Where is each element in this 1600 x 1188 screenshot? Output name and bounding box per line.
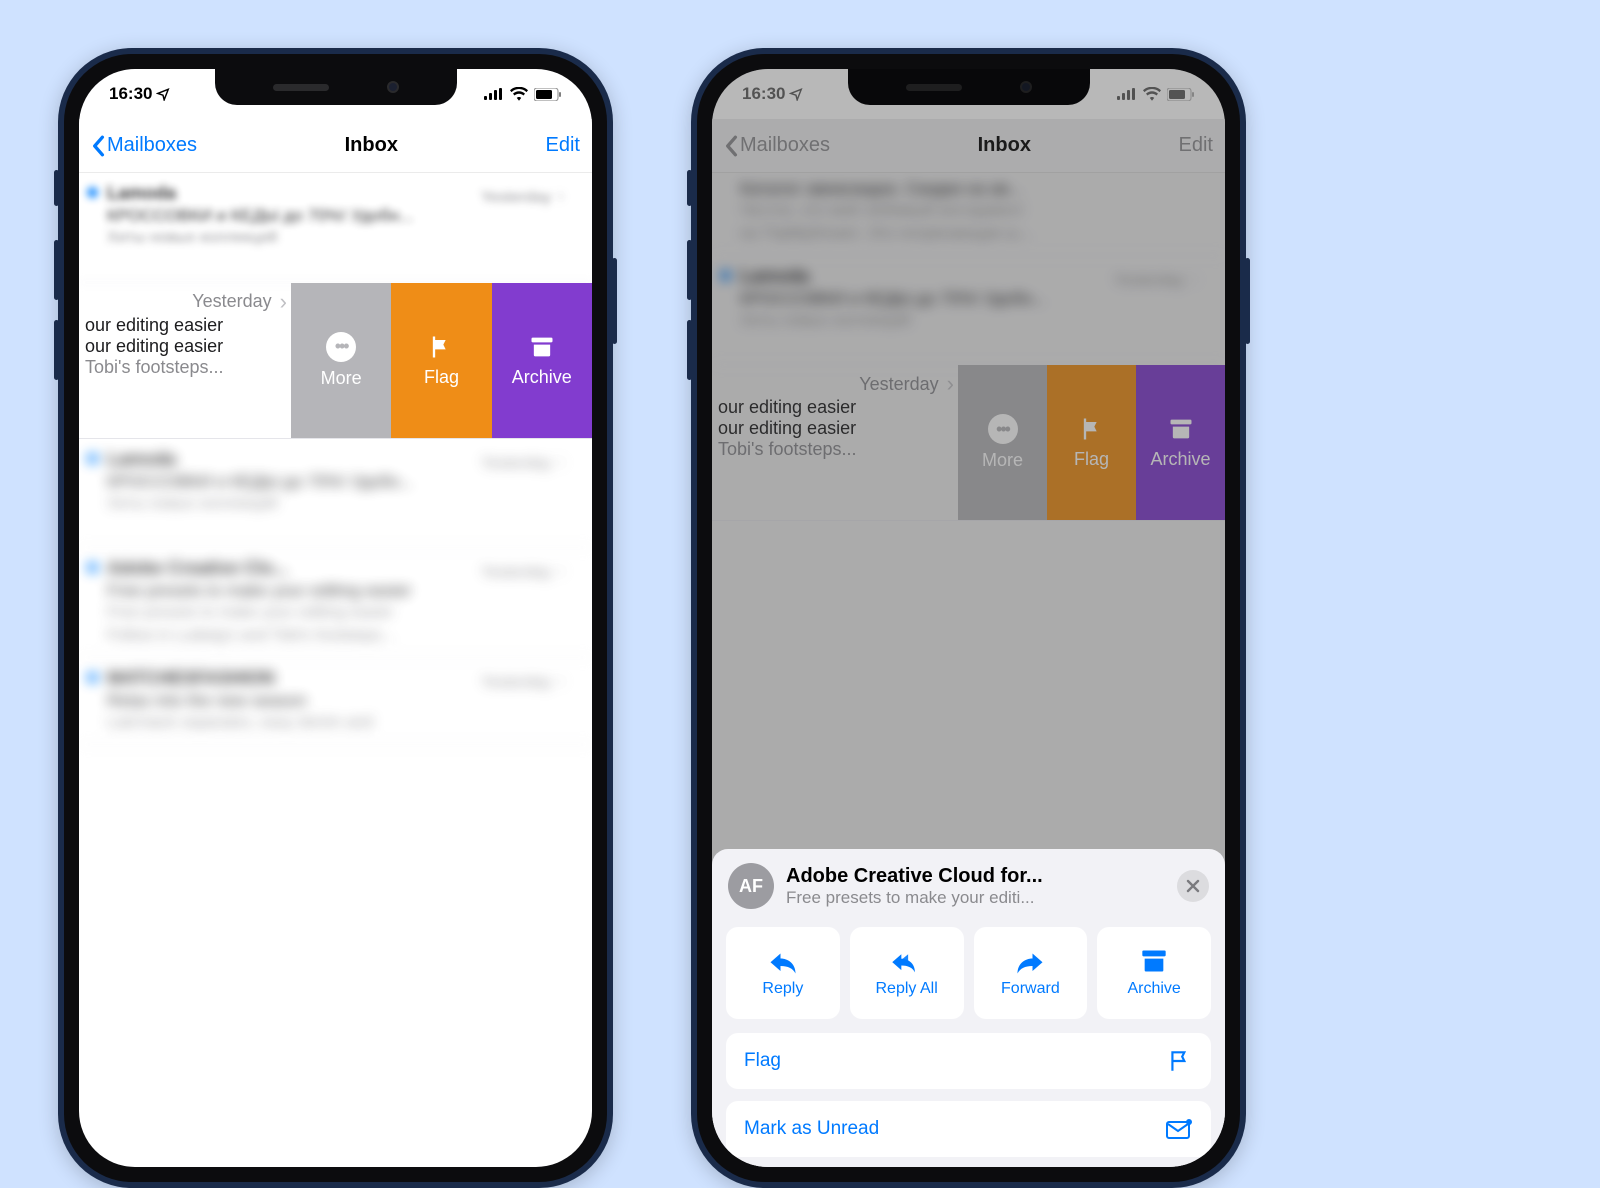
list-item[interactable]: MATCHESFASHION Yesterday Relax into the … [79, 658, 592, 745]
more-icon: ••• [326, 332, 356, 362]
replyall-button[interactable]: Reply All [850, 927, 964, 1019]
replyall-icon [890, 948, 924, 974]
mark-unread-item[interactable]: Mark as Unread [726, 1101, 1211, 1157]
avatar: AF [728, 863, 774, 909]
battery-icon [534, 88, 562, 101]
reply-button[interactable]: Reply [726, 927, 840, 1019]
flag-item[interactable]: Flag [726, 1033, 1211, 1089]
swipe-flag-button[interactable]: Flag [391, 283, 491, 438]
archive-icon [1140, 948, 1168, 974]
swipe-archive-button[interactable]: Archive [492, 283, 592, 438]
forward-icon [1015, 948, 1045, 974]
action-sheet: AF Adobe Creative Cloud for... Free pres… [712, 849, 1225, 1167]
reply-icon [768, 948, 798, 974]
back-button[interactable]: Mailboxes [91, 134, 197, 157]
swiped-item[interactable]: Yesterday our editing easier our editing… [79, 283, 592, 439]
unread-dot-icon [87, 672, 98, 683]
list-item[interactable]: Lamoda Yesterday КРОССОВКИ и КЕДЫ до 70%… [79, 439, 592, 549]
sheet-title: Adobe Creative Cloud for... [786, 865, 1165, 888]
nav-title: Inbox [345, 134, 398, 157]
unread-dot-icon [87, 453, 98, 464]
mail-unread-icon [1165, 1117, 1193, 1141]
sheet-subtitle: Free presets to make your editi... [786, 888, 1165, 908]
back-label: Mailboxes [107, 134, 197, 157]
chevron-left-icon [91, 135, 105, 157]
navbar: Mailboxes Inbox Edit [79, 119, 592, 173]
archive-button[interactable]: Archive [1097, 927, 1211, 1019]
swipe-date: Yesterday [85, 289, 291, 315]
phone-left: 16:30 Mailboxes Inbox Edit [58, 48, 613, 1188]
archive-icon [528, 333, 556, 361]
list-item[interactable]: Adobe Creative Clo... Yesterday Free pre… [79, 548, 592, 658]
flag-icon [427, 333, 455, 361]
status-time: 16:30 [109, 84, 152, 104]
flag-outline-icon [1167, 1048, 1193, 1074]
signal-icon [484, 88, 504, 100]
forward-button[interactable]: Forward [974, 927, 1088, 1019]
close-button[interactable] [1177, 870, 1209, 902]
edit-button[interactable]: Edit [546, 134, 580, 157]
unread-dot-icon [87, 562, 98, 573]
swipe-more-button[interactable]: ••• More [291, 283, 391, 438]
location-icon [156, 87, 170, 101]
unread-dot-icon [87, 187, 98, 198]
wifi-icon [510, 87, 528, 101]
phone-right: 16:30 Mailboxes Inbox Edit [691, 48, 1246, 1188]
message-list[interactable]: Lamoda Yesterday КРОССОВКИ и КЕДЫ до 70%… [79, 173, 592, 1167]
list-item[interactable]: Lamoda Yesterday КРОССОВКИ и КЕДЫ до 70%… [79, 173, 592, 283]
close-icon [1186, 879, 1200, 893]
